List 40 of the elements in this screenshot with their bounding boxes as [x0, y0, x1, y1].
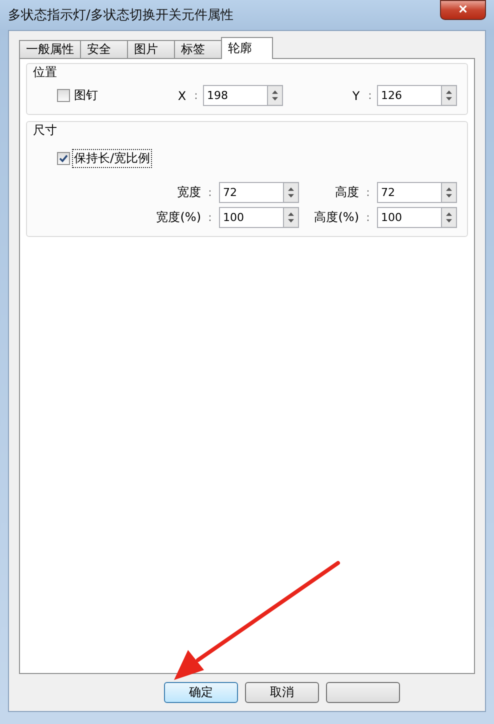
window-title: 多状态指示灯/多状态切换开关元件属性: [8, 7, 234, 24]
colon-text: :: [193, 89, 199, 102]
dialog-button[interactable]: 确定: [164, 682, 238, 703]
group-title: 尺寸: [33, 122, 58, 139]
group-title: 位置: [33, 64, 58, 81]
field-label: 宽度: [176, 184, 201, 201]
colon-text: :: [365, 211, 371, 224]
tab[interactable]: 图片: [127, 40, 175, 59]
close-button[interactable]: ×: [440, 0, 486, 20]
dialog-button[interactable]: [326, 682, 400, 703]
number-field[interactable]: 100: [219, 207, 283, 228]
spin-icon[interactable]: [283, 182, 299, 203]
spin-icon[interactable]: [283, 207, 299, 228]
tab[interactable]: 一般属性: [19, 40, 81, 59]
field-label: 高度: [334, 184, 359, 201]
dialog-button[interactable]: 取消: [245, 682, 319, 703]
number-field[interactable]: 198: [203, 85, 267, 106]
checkbox[interactable]: [57, 89, 70, 102]
spin-icon[interactable]: [441, 182, 457, 203]
field-label: 宽度(%): [155, 209, 201, 226]
number-field[interactable]: 72: [377, 182, 441, 203]
tab[interactable]: 安全: [80, 40, 128, 59]
colon-text: :: [365, 186, 371, 199]
checkbox-label: 保持长/宽比例: [72, 149, 152, 168]
field-label: 高度(%): [313, 209, 359, 226]
checkbox[interactable]: [57, 152, 70, 165]
number-field[interactable]: 100: [377, 207, 441, 228]
tab[interactable]: 轮廓: [221, 37, 273, 59]
checkbox-label: 图钉: [73, 87, 99, 104]
field-label: Y: [351, 88, 361, 102]
tab[interactable]: 标签: [174, 40, 222, 59]
number-field[interactable]: 126: [377, 85, 441, 106]
spin-icon[interactable]: [441, 207, 457, 228]
colon-text: :: [207, 211, 213, 224]
colon-text: :: [367, 89, 373, 102]
colon-text: :: [207, 186, 213, 199]
spin-icon[interactable]: [441, 85, 457, 106]
number-field[interactable]: 72: [219, 182, 283, 203]
spin-icon[interactable]: [267, 85, 283, 106]
field-label: X: [176, 88, 188, 102]
